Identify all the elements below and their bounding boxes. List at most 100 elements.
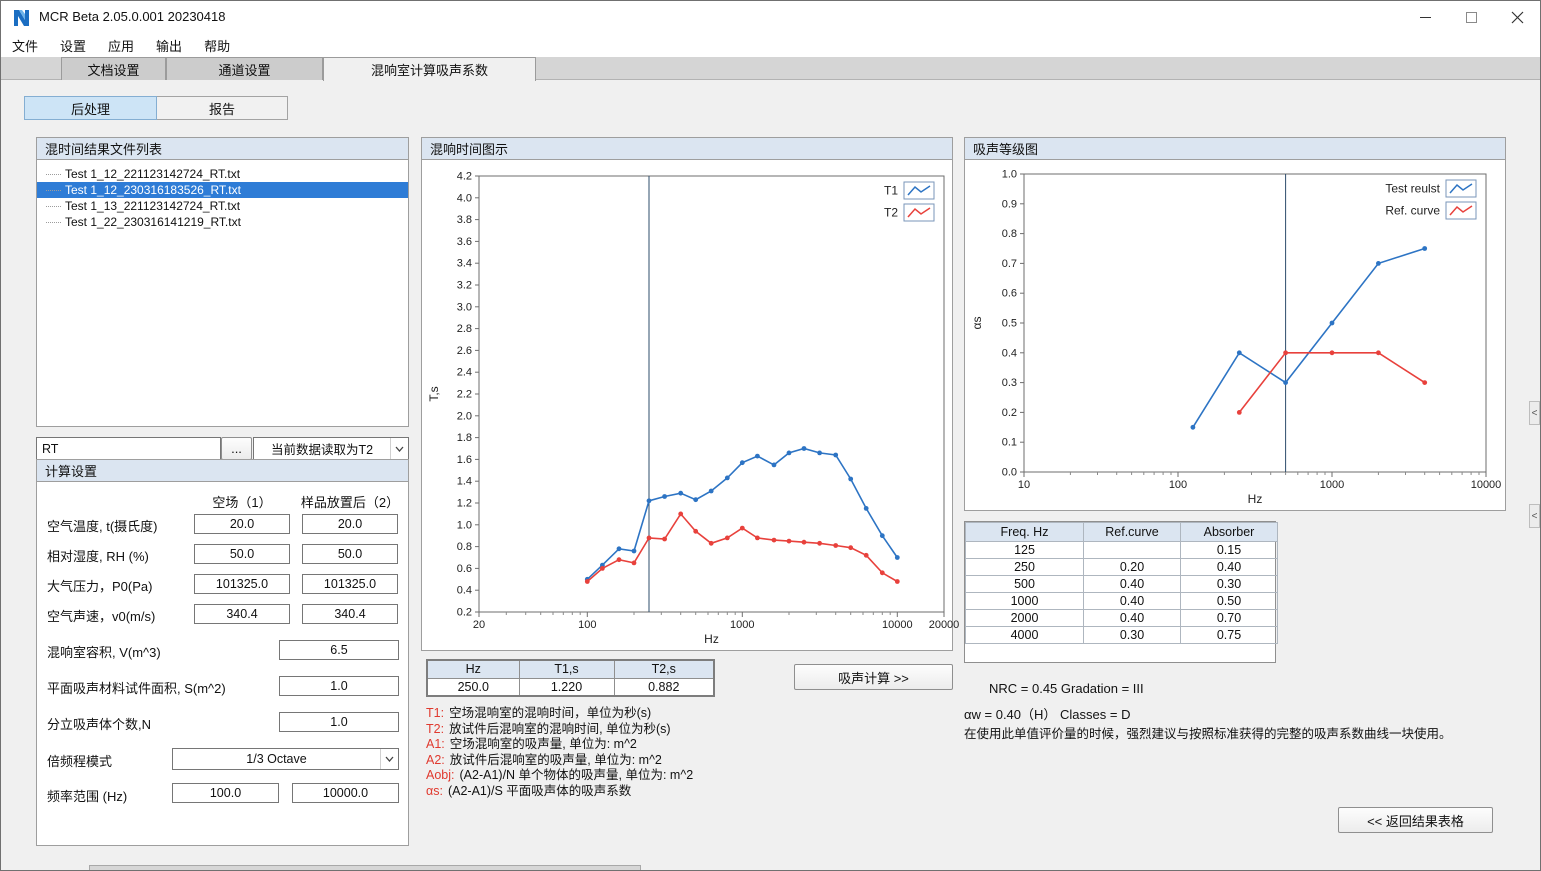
pressure-input-2[interactable]	[302, 574, 398, 594]
svg-text:3.4: 3.4	[457, 258, 472, 270]
close-button[interactable]	[1494, 1, 1540, 34]
readout-header-hz: Hz	[427, 660, 519, 678]
horizontal-scrollbar[interactable]	[89, 865, 641, 870]
grade-chart-panel: 吸声等级图 0.00.10.20.30.40.50.60.70.80.91.01…	[964, 137, 1506, 511]
note-line: T1:空场混响室的混响时间，单位为秒(s)	[426, 706, 693, 722]
collapse-panel-handle-bottom[interactable]: <	[1529, 504, 1540, 528]
table-row: 20000.400.70	[966, 610, 1278, 627]
nrc-result-text: NRC = 0.45 Gradation = III	[989, 681, 1144, 696]
table-row: 1250.15	[966, 542, 1278, 559]
data-mode-combo[interactable]: 当前数据读取为T2	[253, 437, 409, 460]
note-line: A2:放试件后混响室的吸声量, 单位为: m^2	[426, 753, 693, 769]
svg-text:2.8: 2.8	[457, 323, 472, 335]
table-row: 2500.200.40	[966, 559, 1278, 576]
tab-reverb-absorption[interactable]: 混响室计算吸声系数	[323, 57, 536, 81]
svg-text:αs: αs	[970, 317, 984, 330]
rt-readout-table: Hz T1,s T2,s 250.0 1.220 0.882	[426, 659, 715, 697]
sample-area-label: 平面吸声材料试件面积, S(m^2)	[47, 678, 226, 697]
svg-text:1.2: 1.2	[457, 498, 472, 510]
readout-header-t2: T2,s	[614, 660, 714, 678]
close-icon	[1512, 12, 1523, 23]
octave-mode-combo[interactable]: 1/3 Octave	[172, 748, 399, 770]
file-list-item[interactable]: Test 1_13_221123142724_RT.txt	[37, 198, 408, 214]
minimize-button[interactable]	[1402, 1, 1448, 34]
alpha-w-result-text: αw = 0.40（H） Classes = D	[964, 704, 1130, 723]
svg-text:Ref. curve: Ref. curve	[1385, 204, 1440, 218]
menu-output[interactable]: 输出	[145, 34, 193, 57]
back-to-results-button[interactable]: << 返回结果表格	[1338, 807, 1493, 833]
svg-text:0.7: 0.7	[1002, 258, 1017, 270]
cell-freq: 2000	[966, 610, 1084, 627]
air-temp-input-2[interactable]	[302, 514, 398, 534]
svg-text:T,s: T,s	[427, 386, 441, 401]
note-text: 放试件后混响室的吸声量, 单位为: m^2	[450, 753, 662, 767]
note-key-t1: T1:	[426, 706, 444, 720]
menu-file[interactable]: 文件	[1, 34, 49, 57]
note-line: αs:(A2-A1)/S 平面吸声体的吸声系数	[426, 784, 693, 800]
absorber-count-label: 分立吸声体个数,N	[47, 714, 151, 733]
file-list-item[interactable]: Test 1_12_221123142724_RT.txt	[37, 166, 408, 182]
freq-min-input[interactable]	[172, 783, 279, 803]
menu-settings[interactable]: 设置	[49, 34, 97, 57]
subtab-postprocess[interactable]: 后处理	[24, 96, 157, 120]
tab-channel-settings[interactable]: 通道设置	[166, 57, 323, 80]
room-volume-label: 混响室容积, V(m^3)	[47, 642, 161, 661]
svg-text:3.0: 3.0	[457, 301, 472, 313]
svg-text:0.6: 0.6	[1002, 288, 1017, 300]
svg-text:10000: 10000	[882, 619, 913, 631]
grade-chart-title: 吸声等级图	[965, 138, 1505, 160]
svg-text:0.4: 0.4	[1002, 347, 1017, 359]
collapse-panel-handle-top[interactable]: <	[1529, 401, 1540, 425]
humidity-input-1[interactable]	[194, 544, 290, 564]
file-list-item-selected[interactable]: Test 1_12_230316183526_RT.txt	[37, 182, 408, 198]
sample-area-input[interactable]	[279, 676, 399, 696]
rt-chart[interactable]: 0.20.40.60.81.01.21.41.61.82.02.22.42.62…	[422, 160, 952, 650]
file-list-item[interactable]: Test 1_22_230316141219_RT.txt	[37, 214, 408, 230]
rt-suffix-input[interactable]	[36, 437, 221, 460]
tab-document-settings[interactable]: 文档设置	[61, 57, 166, 80]
svg-text:0.2: 0.2	[457, 607, 472, 619]
rt-file-list: Test 1_12_221123142724_RT.txt Test 1_12_…	[37, 160, 408, 426]
readout-t1-value: 1.220	[519, 678, 614, 696]
menu-help[interactable]: 帮助	[193, 34, 241, 57]
grade-chart[interactable]: 0.00.10.20.30.40.50.60.70.80.91.01010010…	[965, 160, 1505, 510]
subtab-report[interactable]: 报告	[156, 96, 288, 120]
svg-text:0.3: 0.3	[1002, 377, 1017, 389]
cell-ref: 0.40	[1084, 593, 1181, 610]
chevron-down-icon	[380, 749, 398, 769]
air-temp-input-1[interactable]	[194, 514, 290, 534]
svg-text:20: 20	[473, 619, 485, 631]
rt-file-list-title: 混时间结果文件列表	[37, 138, 408, 160]
svg-text:2.4: 2.4	[457, 367, 472, 379]
note-key-a1: A1:	[426, 737, 445, 751]
pressure-input-1[interactable]	[194, 574, 290, 594]
cell-freq: 250	[966, 559, 1084, 576]
note-line: T2:放试件后混响室的混响时间, 单位为秒(s)	[426, 722, 693, 738]
chevron-left-icon: <	[1532, 408, 1538, 419]
svg-text:1000: 1000	[730, 619, 754, 631]
svg-text:4.2: 4.2	[457, 171, 472, 183]
absorber-count-input[interactable]	[279, 712, 399, 732]
note-key-t2: T2:	[426, 722, 444, 736]
octave-mode-value: 1/3 Octave	[173, 749, 380, 769]
chevron-left-icon: <	[1532, 511, 1538, 522]
room-volume-input[interactable]	[279, 640, 399, 660]
browse-button[interactable]: ...	[221, 437, 252, 460]
note-line: Aobj:(A2-A1)/N 单个物体的吸声量, 单位为: m^2	[426, 768, 693, 784]
grade-header-freq: Freq. Hz	[966, 523, 1084, 542]
freq-max-input[interactable]	[292, 783, 399, 803]
cell-absorber: 0.40	[1181, 559, 1278, 576]
svg-text:0.9: 0.9	[1002, 198, 1017, 210]
cell-absorber: 0.50	[1181, 593, 1278, 610]
sound-speed-label: 空气声速，v0(m/s)	[47, 606, 155, 625]
humidity-input-2[interactable]	[302, 544, 398, 564]
sound-speed-input-1[interactable]	[194, 604, 290, 624]
readout-t2-value: 0.882	[614, 678, 714, 696]
absorption-calc-button[interactable]: 吸声计算 >>	[794, 664, 953, 690]
sound-speed-input-2[interactable]	[302, 604, 398, 624]
cell-ref: 0.30	[1084, 627, 1181, 644]
menu-apply[interactable]: 应用	[97, 34, 145, 57]
col-header-with-sample: 样品放置后（2）	[297, 492, 403, 511]
maximize-button[interactable]	[1448, 1, 1494, 34]
svg-text:1.6: 1.6	[457, 454, 472, 466]
